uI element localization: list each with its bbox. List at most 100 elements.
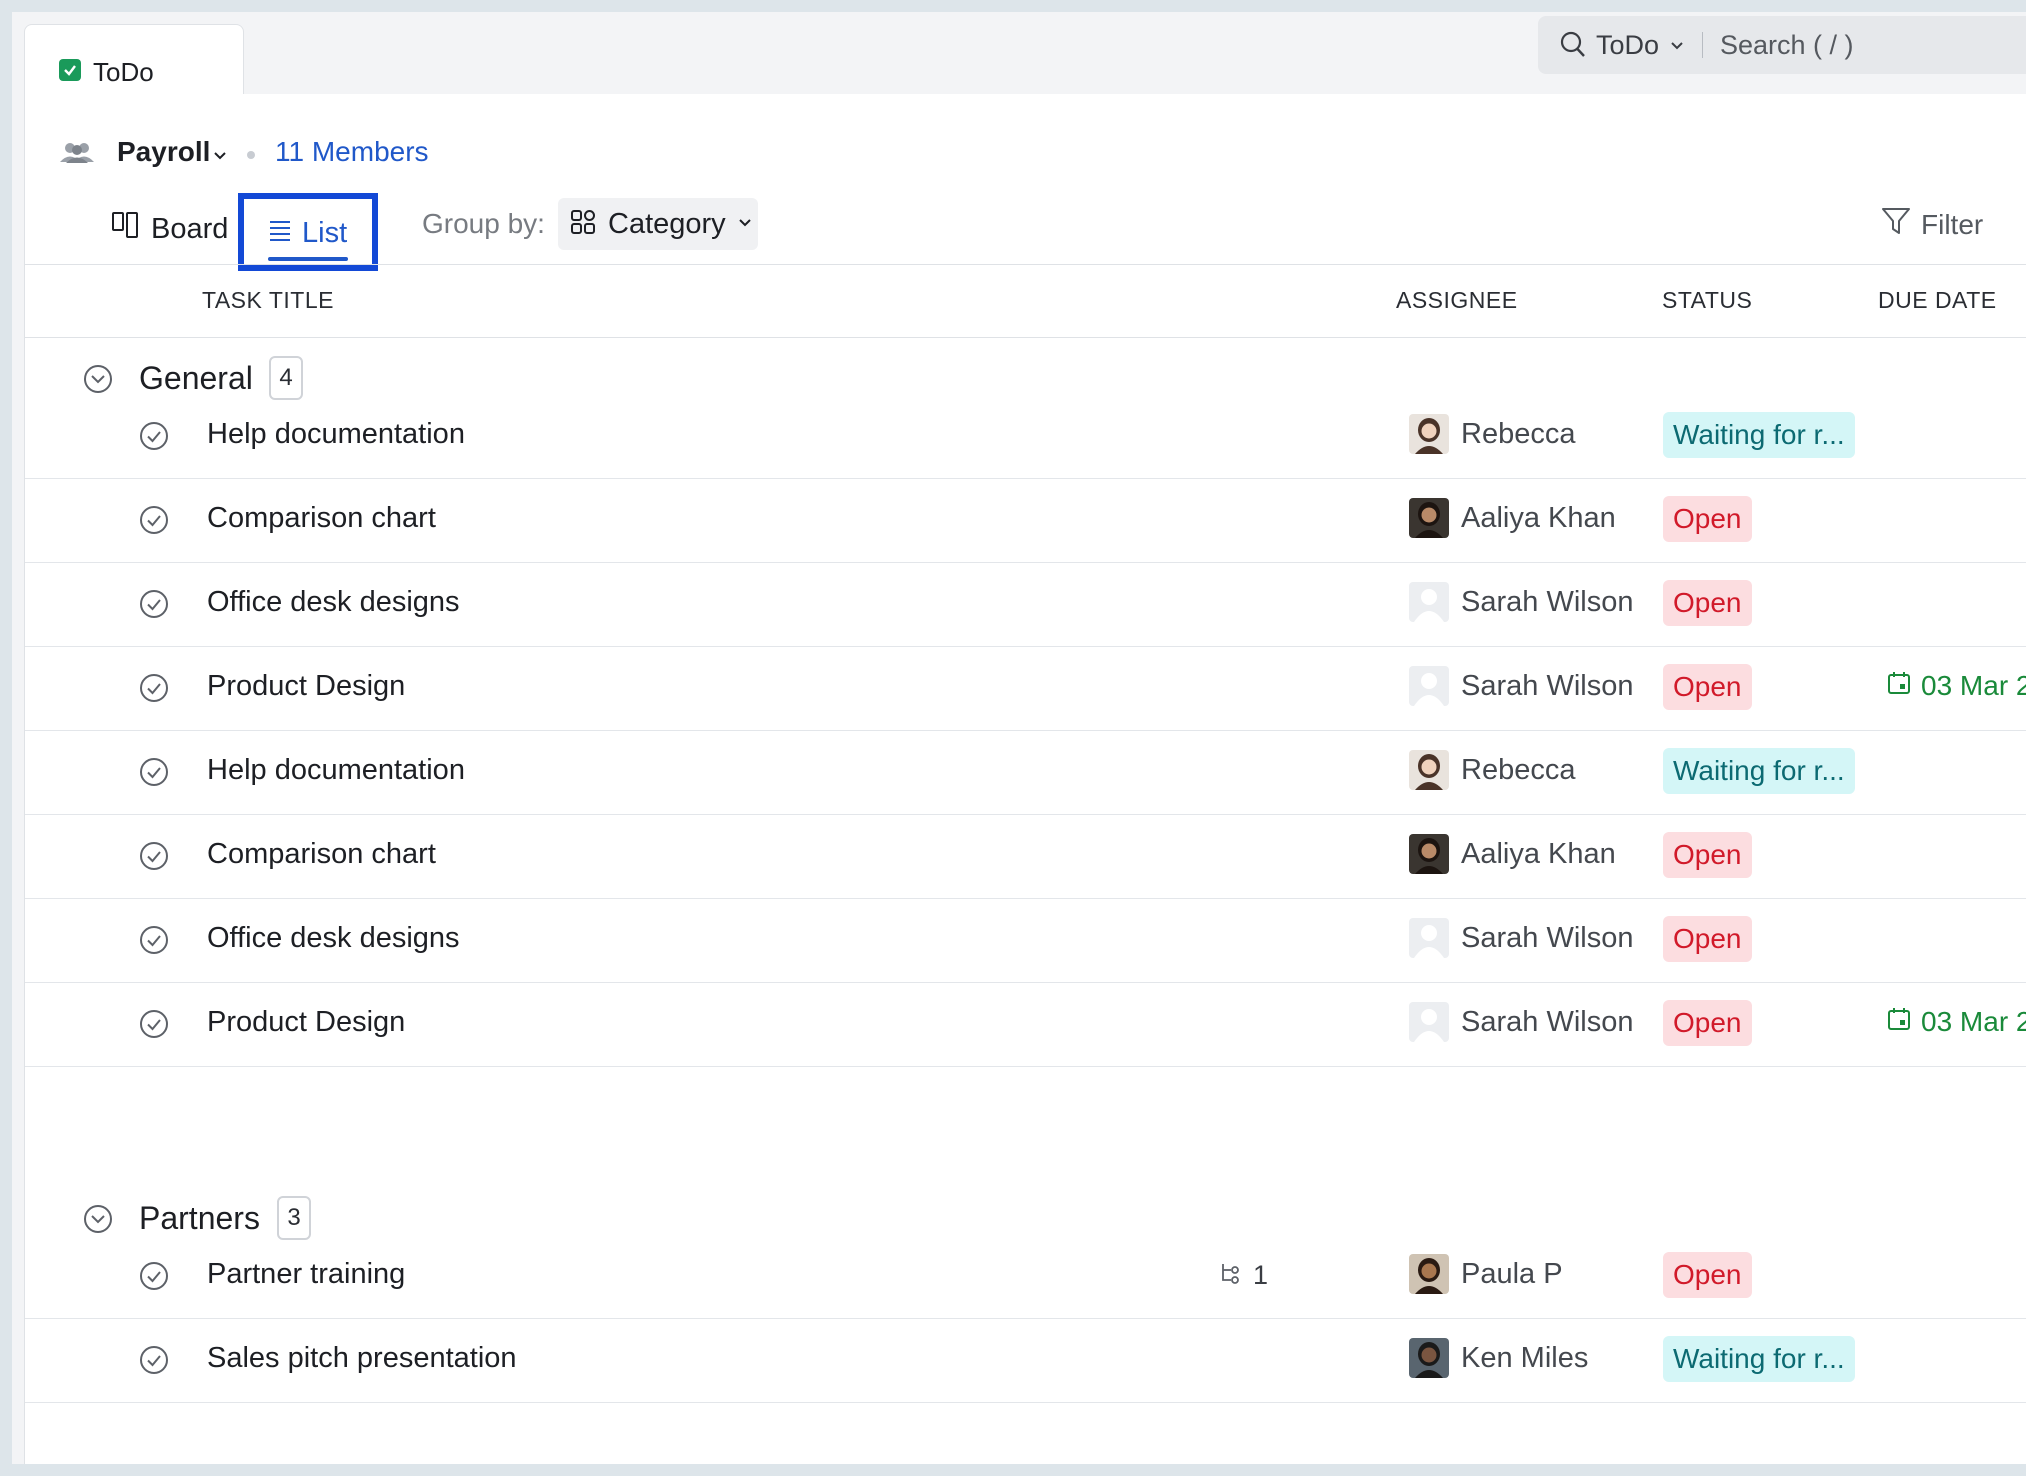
- status-badge[interactable]: Open: [1663, 1000, 1752, 1046]
- task-row[interactable]: Product Design Sarah Wilson Open 03 Mar 2: [25, 646, 2026, 731]
- task-title[interactable]: Sales pitch presentation: [207, 1342, 517, 1375]
- avatar: [1409, 582, 1449, 622]
- column-header-row: TASK TITLE ASSIGNEE STATUS DUE DATE: [25, 264, 2026, 338]
- assignee-name[interactable]: Rebecca: [1461, 754, 1575, 787]
- avatar: [1409, 414, 1449, 454]
- column-status[interactable]: STATUS: [1662, 287, 1752, 314]
- app-window: ToDo ToDo Search ( / ) Payroll 11 Member…: [12, 12, 2026, 1464]
- avatar: [1409, 750, 1449, 790]
- complete-task-icon[interactable]: [139, 673, 169, 708]
- complete-task-icon[interactable]: [139, 1009, 169, 1044]
- task-row[interactable]: Office desk designs Sarah Wilson Open: [25, 898, 2026, 983]
- task-row[interactable]: Product Design Sarah Wilson Open 03 Mar 2: [25, 982, 2026, 1067]
- status-badge[interactable]: Open: [1663, 580, 1752, 626]
- column-assignee[interactable]: ASSIGNEE: [1396, 287, 1518, 314]
- task-row[interactable]: Partner training 1 Paula P Open: [25, 1234, 2026, 1319]
- tab-label: ToDo: [93, 57, 154, 87]
- view-board-label: Board: [151, 212, 229, 245]
- complete-task-icon[interactable]: [139, 1261, 169, 1296]
- task-row[interactable]: [25, 1402, 2026, 1464]
- task-title[interactable]: Product Design: [207, 670, 405, 703]
- groupby-label: Group by:: [422, 208, 545, 239]
- status-badge[interactable]: Waiting for r...: [1663, 1336, 1855, 1382]
- assignee-name[interactable]: Sarah Wilson: [1461, 670, 1633, 703]
- view-list-button[interactable]: List: [238, 193, 378, 271]
- task-title[interactable]: Partner training: [207, 1258, 405, 1291]
- avatar: [1409, 498, 1449, 538]
- board-icon: [111, 210, 141, 248]
- checkbox-icon: [59, 59, 81, 81]
- team-icon: [57, 142, 97, 169]
- global-search[interactable]: ToDo Search ( / ): [1538, 16, 2026, 74]
- task-row[interactable]: Help documentation Rebecca Waiting for r..…: [25, 394, 2026, 479]
- due-date[interactable]: 03 Mar 2: [1887, 1006, 2026, 1038]
- task-title[interactable]: Help documentation: [207, 754, 465, 787]
- complete-task-icon[interactable]: [139, 925, 169, 960]
- view-list-label: List: [302, 217, 348, 249]
- filter-button[interactable]: Filter: [1881, 206, 1983, 243]
- chevron-down-icon[interactable]: [213, 148, 227, 166]
- due-date[interactable]: 03 Mar 2: [1887, 670, 2026, 702]
- filter-label: Filter: [1921, 208, 1984, 240]
- groupby-select[interactable]: Category: [558, 198, 758, 250]
- avatar: [1409, 1002, 1449, 1042]
- status-badge[interactable]: Open: [1663, 496, 1752, 542]
- task-title[interactable]: Comparison chart: [207, 502, 436, 535]
- separator-dot: [247, 151, 255, 159]
- task-row[interactable]: Sales pitch presentation Ken Miles Waiting…: [25, 1318, 2026, 1403]
- task-row[interactable]: Comparison chart Aaliya Khan Open: [25, 478, 2026, 563]
- team-selector[interactable]: Payroll: [117, 136, 210, 168]
- search-input[interactable]: Search ( / ): [1720, 30, 1854, 61]
- chevron-down-icon: [738, 215, 752, 233]
- assignee-name[interactable]: Aaliya Khan: [1461, 838, 1616, 871]
- status-badge[interactable]: Open: [1663, 1252, 1752, 1298]
- search-scope-select[interactable]: ToDo: [1596, 30, 1659, 61]
- status-badge[interactable]: Open: [1663, 664, 1752, 710]
- filter-icon: [1881, 206, 1911, 243]
- members-link[interactable]: 11 Members: [275, 136, 429, 168]
- column-task-title[interactable]: TASK TITLE: [202, 287, 334, 314]
- assignee-name[interactable]: Sarah Wilson: [1461, 922, 1633, 955]
- status-badge[interactable]: Waiting for r...: [1663, 748, 1855, 794]
- assignee-name[interactable]: Sarah Wilson: [1461, 1006, 1633, 1039]
- group-name: General: [139, 360, 253, 396]
- task-title[interactable]: Office desk designs: [207, 922, 460, 955]
- status-badge[interactable]: Open: [1663, 832, 1752, 878]
- avatar: [1409, 918, 1449, 958]
- status-badge[interactable]: Waiting for r...: [1663, 412, 1855, 458]
- task-title[interactable]: Help documentation: [207, 418, 465, 451]
- assignee-name[interactable]: Sarah Wilson: [1461, 586, 1633, 619]
- complete-task-icon[interactable]: [139, 589, 169, 624]
- task-row[interactable]: Help documentation Rebecca Waiting for r..…: [25, 730, 2026, 815]
- due-date-value: 03 Mar 2: [1921, 1006, 2026, 1037]
- group-name: Partners: [139, 1200, 260, 1236]
- task-row[interactable]: Office desk designs Sarah Wilson Open: [25, 562, 2026, 647]
- complete-task-icon[interactable]: [139, 841, 169, 876]
- status-badge[interactable]: Open: [1663, 916, 1752, 962]
- divider: [1702, 32, 1703, 58]
- active-tab-indicator: [268, 257, 348, 261]
- complete-task-icon[interactable]: [139, 505, 169, 540]
- task-row[interactable]: Comparison chart Aaliya Khan Open: [25, 814, 2026, 899]
- task-title[interactable]: Product Design: [207, 1006, 405, 1039]
- column-due-date[interactable]: DUE DATE: [1878, 287, 1997, 314]
- avatar: [1409, 1338, 1449, 1378]
- complete-task-icon[interactable]: [139, 757, 169, 792]
- avatar: [1409, 834, 1449, 874]
- view-board-button[interactable]: Board: [111, 210, 228, 248]
- assignee-name[interactable]: Aaliya Khan: [1461, 502, 1616, 535]
- calendar-icon: [1887, 670, 1911, 702]
- list-icon: [268, 217, 292, 250]
- avatar: [1409, 666, 1449, 706]
- avatar: [1409, 1254, 1449, 1294]
- assignee-name[interactable]: Rebecca: [1461, 418, 1575, 451]
- complete-task-icon[interactable]: [139, 1345, 169, 1380]
- task-list-panel: Payroll 11 Members Board List Group by:: [24, 94, 2026, 1464]
- subtask-count[interactable]: 1: [1219, 1260, 1268, 1291]
- assignee-name[interactable]: Paula P: [1461, 1258, 1563, 1291]
- task-title[interactable]: Comparison chart: [207, 838, 436, 871]
- task-title[interactable]: Office desk designs: [207, 586, 460, 619]
- complete-task-icon[interactable]: [139, 421, 169, 456]
- assignee-name[interactable]: Ken Miles: [1461, 1342, 1588, 1375]
- subtask-count-value: 1: [1253, 1260, 1269, 1290]
